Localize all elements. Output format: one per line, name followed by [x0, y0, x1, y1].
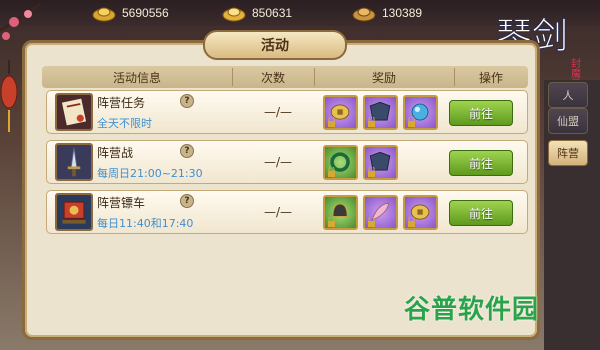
header-reward: 奖励	[371, 70, 396, 85]
lock-icon	[368, 217, 375, 227]
logo-sub-text: 封魔录	[569, 57, 581, 82]
bound-value: 130389	[382, 6, 423, 20]
go-button[interactable]: 前往	[449, 150, 513, 176]
lock-icon	[368, 117, 375, 127]
help-icon[interactable]: ?	[180, 94, 194, 108]
watermark-text: 谷普软件园	[404, 294, 540, 325]
activity-name: 阵营镖车	[97, 196, 146, 210]
tab-character[interactable]: 人	[548, 82, 588, 108]
reward-coin[interactable]	[323, 95, 358, 130]
help-icon[interactable]: ?	[180, 194, 194, 208]
activity-row-faction-escort: 阵营镖车 ? 每日11:40和17:40 —/— 前往	[46, 190, 528, 234]
table-header: 活动信息 次数 奖励 操作	[42, 66, 528, 88]
lock-icon	[328, 167, 335, 177]
activity-name: 阵营任务	[97, 96, 146, 110]
lock-icon	[328, 117, 335, 127]
header-count: 次数	[260, 70, 285, 85]
activity-count: —/—	[263, 105, 293, 119]
panel-title-plate: 活动	[203, 30, 347, 60]
activity-count: —/—	[263, 205, 293, 219]
gold-currency: 5690556	[92, 3, 169, 23]
scroll-task-icon	[55, 93, 93, 131]
silver-currency: 850631	[222, 3, 292, 23]
activity-time: 每周日21:00~21:30	[97, 167, 203, 180]
gold-ingot-icon	[92, 7, 116, 22]
lock-icon	[368, 167, 375, 177]
activity-time: 全天不限时	[97, 117, 152, 130]
activity-row-faction-battle: 阵营战 ? 每周日21:00~21:30 —/— 前往	[46, 140, 528, 184]
activity-time: 每日11:40和17:40	[97, 217, 194, 230]
lock-icon	[408, 117, 415, 127]
tab-faction[interactable]: 阵营	[548, 140, 588, 166]
reward-feather[interactable]	[363, 195, 398, 230]
tab-guild[interactable]: 仙盟	[548, 108, 588, 134]
site-watermark: 谷普软件园 园	[404, 286, 588, 328]
header-info: 活动信息	[112, 70, 161, 85]
lock-icon	[328, 217, 335, 227]
go-button[interactable]: 前往	[449, 100, 513, 126]
sword-battle-icon	[55, 143, 93, 181]
bound-ingot-icon	[352, 7, 376, 22]
silver-value: 850631	[252, 6, 293, 20]
help-icon[interactable]: ?	[180, 144, 194, 158]
reward-coin[interactable]	[403, 195, 438, 230]
reward-armor[interactable]	[363, 95, 398, 130]
silver-ingot-icon	[222, 7, 246, 22]
go-button[interactable]: 前往	[449, 200, 513, 226]
activity-row-faction-task: 阵营任务 ? 全天不限时 —/— 前往	[46, 90, 528, 134]
reward-orb[interactable]	[403, 95, 438, 130]
reward-armor[interactable]	[363, 145, 398, 180]
lantern-decoration	[0, 60, 18, 132]
reward-helmet[interactable]	[323, 195, 358, 230]
header-operation: 操作	[478, 70, 503, 85]
activity-name: 阵营战	[97, 146, 134, 160]
panel-title: 活动	[261, 38, 289, 54]
bound-currency: 130389	[352, 3, 422, 23]
gold-value: 5690556	[122, 6, 169, 20]
lock-icon	[408, 217, 415, 227]
escort-cart-icon	[55, 193, 93, 231]
reward-jade-ring[interactable]	[323, 145, 358, 180]
activity-count: —/—	[263, 155, 293, 169]
